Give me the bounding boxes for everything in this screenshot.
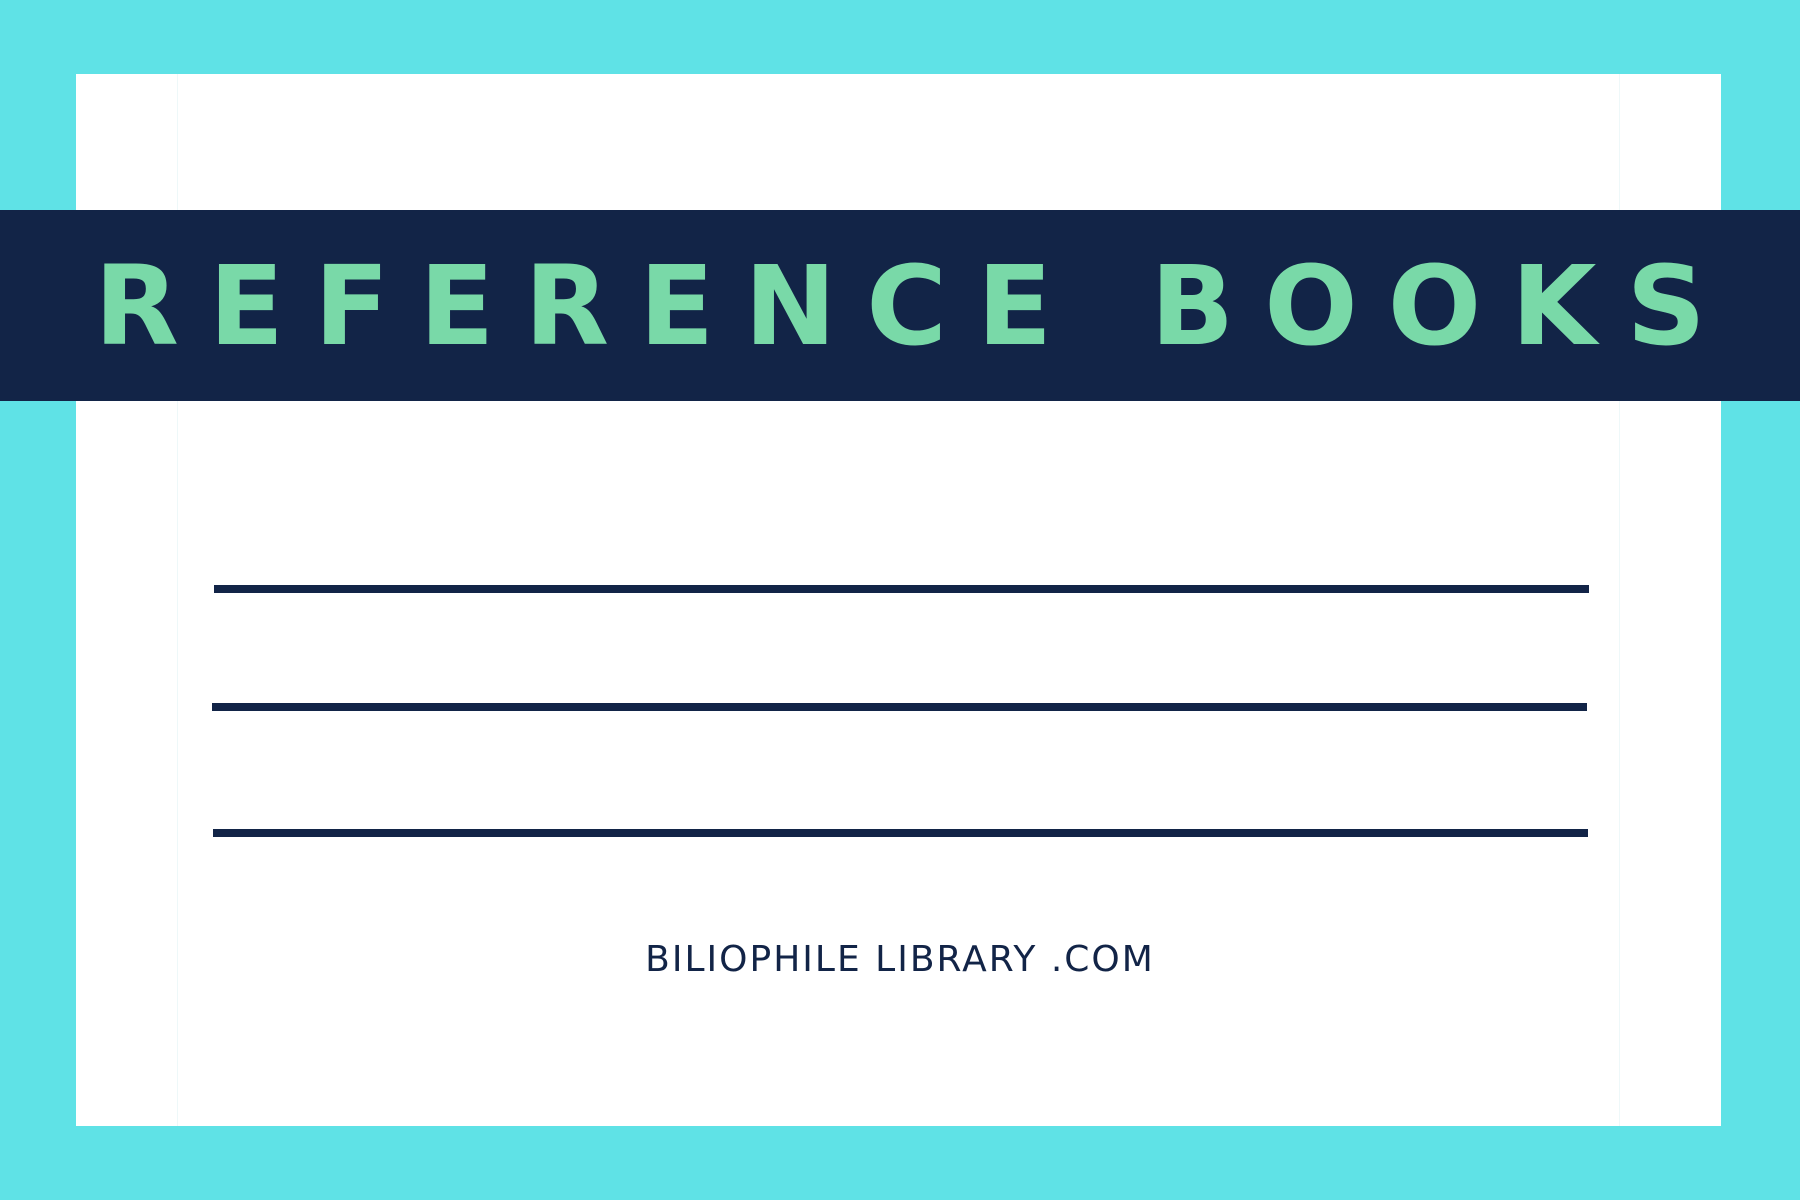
write-line-2: [212, 703, 1587, 711]
footer-website: BILIOPHILE LIBRARY .COM: [645, 939, 1155, 980]
title-banner: REFERENCE BOOKS: [0, 210, 1800, 401]
write-line-3: [213, 829, 1588, 837]
write-line-1: [214, 585, 1589, 593]
banner-title: REFERENCE BOOKS: [94, 241, 1736, 370]
